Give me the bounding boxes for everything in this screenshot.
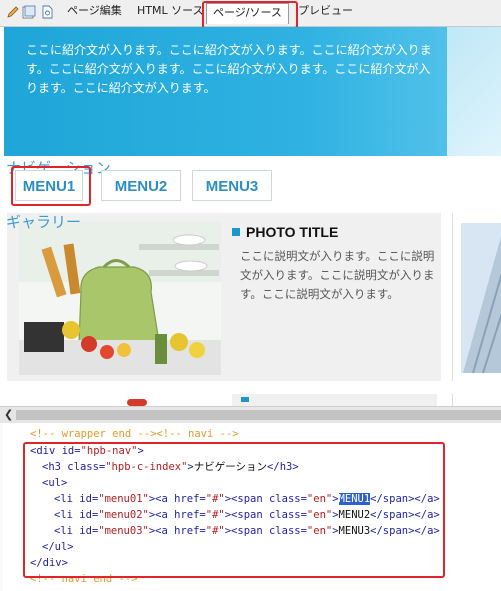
photo-title: PHOTO TITLE (232, 224, 338, 240)
pencil-icon[interactable] (6, 5, 20, 19)
code-line-ul-close: </ul> (42, 541, 74, 553)
code-gutter (0, 423, 3, 591)
tab-page-edit[interactable]: ページ編集 (67, 4, 122, 18)
code-line-div-open: <div id="hpb-nav"> (30, 445, 144, 457)
hero-intro-text: ここに紹介文が入ります。ここに紹介文が入ります。ここに紹介文が入ります。ここに紹… (26, 43, 432, 95)
gallery-second-row (7, 394, 501, 406)
photo-title-text: PHOTO TITLE (246, 224, 339, 240)
code-line-h3: <h3 class="hpb-c-index">ナビゲーション</h3> (42, 461, 299, 473)
title-marker-square (232, 228, 240, 236)
hero-banner: ここに紹介文が入ります。ここに紹介文が入ります。ここに紹介文が入ります。ここに紹… (4, 27, 501, 156)
code-line-li-menu01: <li id="menu01"><a href="#"><span class=… (54, 493, 440, 505)
selected-code-text[interactable]: MENU1 (338, 493, 371, 505)
menu2-button[interactable]: MENU2 (101, 170, 181, 201)
kitchen-photo-image (19, 222, 221, 375)
photo-description: ここに説明文が入ります。ここに説明文が入ります。ここに説明文が入ります。ここに説… (240, 249, 435, 301)
hero-image (447, 27, 501, 156)
code-line-li-menu02: <li id="menu02"><a href="#"><span class=… (54, 509, 440, 521)
code-line-div-close: </div> (30, 557, 68, 569)
page-edit-icon[interactable] (22, 5, 36, 19)
code-line-li-menu03: <li id="menu03"><a href="#"><span class=… (54, 525, 440, 537)
scrollbar-thumb[interactable] (16, 410, 501, 420)
code-comment-wrapper-end: <!-- wrapper end --><!-- navi --> (30, 428, 239, 440)
horizontal-scrollbar[interactable]: ❮ (0, 406, 501, 423)
scroll-left-icon[interactable]: ❮ (4, 407, 13, 423)
tab-preview[interactable]: プレビュー (298, 4, 353, 18)
design-view[interactable]: ここに紹介文が入ります。ここに紹介文が入ります。ここに紹介文が入ります。ここに紹… (0, 27, 501, 406)
code-comment-navi-end: <!-- navi end --> (30, 573, 138, 585)
building-photo-image (461, 223, 501, 374)
document-icon[interactable] (40, 5, 54, 19)
source-code-view[interactable]: <!-- wrapper end --><!-- navi --> <div i… (0, 423, 501, 591)
gallery-photo[interactable] (19, 222, 221, 375)
tab-html-source[interactable]: HTML ソース (137, 4, 204, 18)
menu3-button[interactable]: MENU3 (192, 170, 272, 201)
editor-toolbar: ページ編集 HTML ソース ページ/ソース プレビュー (0, 0, 501, 27)
tab-page-source[interactable]: ページ/ソース (206, 3, 289, 24)
gallery-heading: ギャラリー (6, 213, 82, 231)
code-line-ul-open: <ul> (42, 477, 68, 489)
gallery-next-photo[interactable] (452, 213, 501, 381)
menu1-button[interactable]: MENU1 (15, 170, 83, 201)
